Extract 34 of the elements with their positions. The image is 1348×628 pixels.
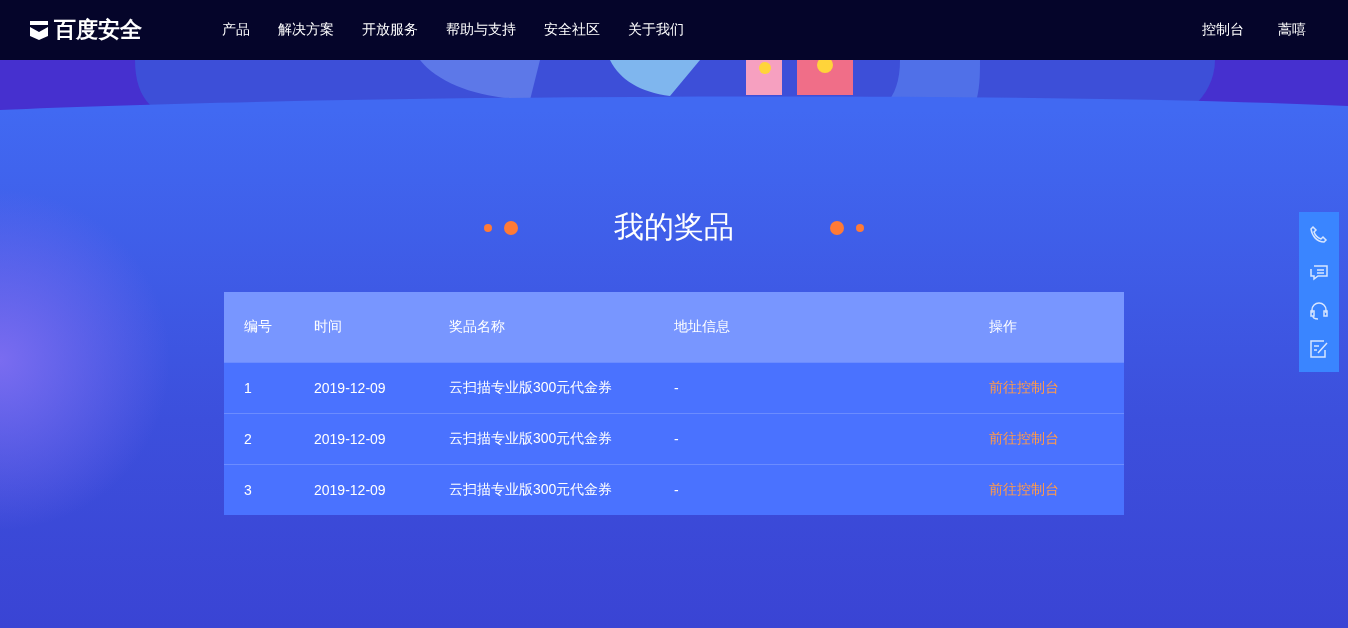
nav-link[interactable]: 产品 (208, 21, 264, 39)
nav-link[interactable]: 关于我们 (614, 21, 698, 39)
table-cell: 2019-12-09 (314, 362, 449, 414)
logo-text[interactable]: 百度安全 (54, 15, 142, 45)
table-cell: 2019-12-09 (314, 464, 449, 515)
table-cell: 1 (224, 362, 314, 414)
nav-link[interactable]: 安全社区 (530, 21, 614, 39)
dots-decoration-icon (483, 219, 519, 236)
nav-link[interactable]: 帮助与支持 (432, 21, 530, 39)
column-header: 编号 (224, 292, 314, 363)
table-cell: 云扫描专业版300元代金券 (449, 413, 674, 465)
nav-link[interactable]: 控制台 (1188, 21, 1258, 39)
nav-link[interactable]: 开放服务 (348, 21, 432, 39)
shield-logo-icon (28, 19, 50, 41)
nav-link[interactable]: 解决方案 (264, 21, 348, 39)
table-cell: - (674, 464, 989, 515)
table-cell: 云扫描专业版300元代金券 (449, 464, 674, 515)
table-cell: 3 (224, 464, 314, 515)
page-title: 我的奖品 (613, 209, 735, 245)
table-cell: 2 (224, 413, 314, 465)
phone-icon (1309, 225, 1329, 245)
headset-icon (1309, 301, 1329, 321)
nav-link[interactable]: 蒿嘻 (1264, 21, 1320, 39)
table-cell: - (674, 413, 989, 465)
table-cell: - (674, 362, 989, 414)
column-header: 地址信息 (674, 292, 989, 363)
table-cell: 2019-12-09 (314, 413, 449, 465)
column-header: 时间 (314, 292, 449, 363)
chat-icon (1309, 263, 1329, 283)
dots-decoration-icon (829, 219, 865, 236)
column-header: 操作 (989, 292, 1124, 363)
table-cell: 云扫描专业版300元代金券 (449, 362, 674, 414)
edit-icon (1309, 339, 1329, 359)
column-header: 奖品名称 (449, 292, 674, 363)
